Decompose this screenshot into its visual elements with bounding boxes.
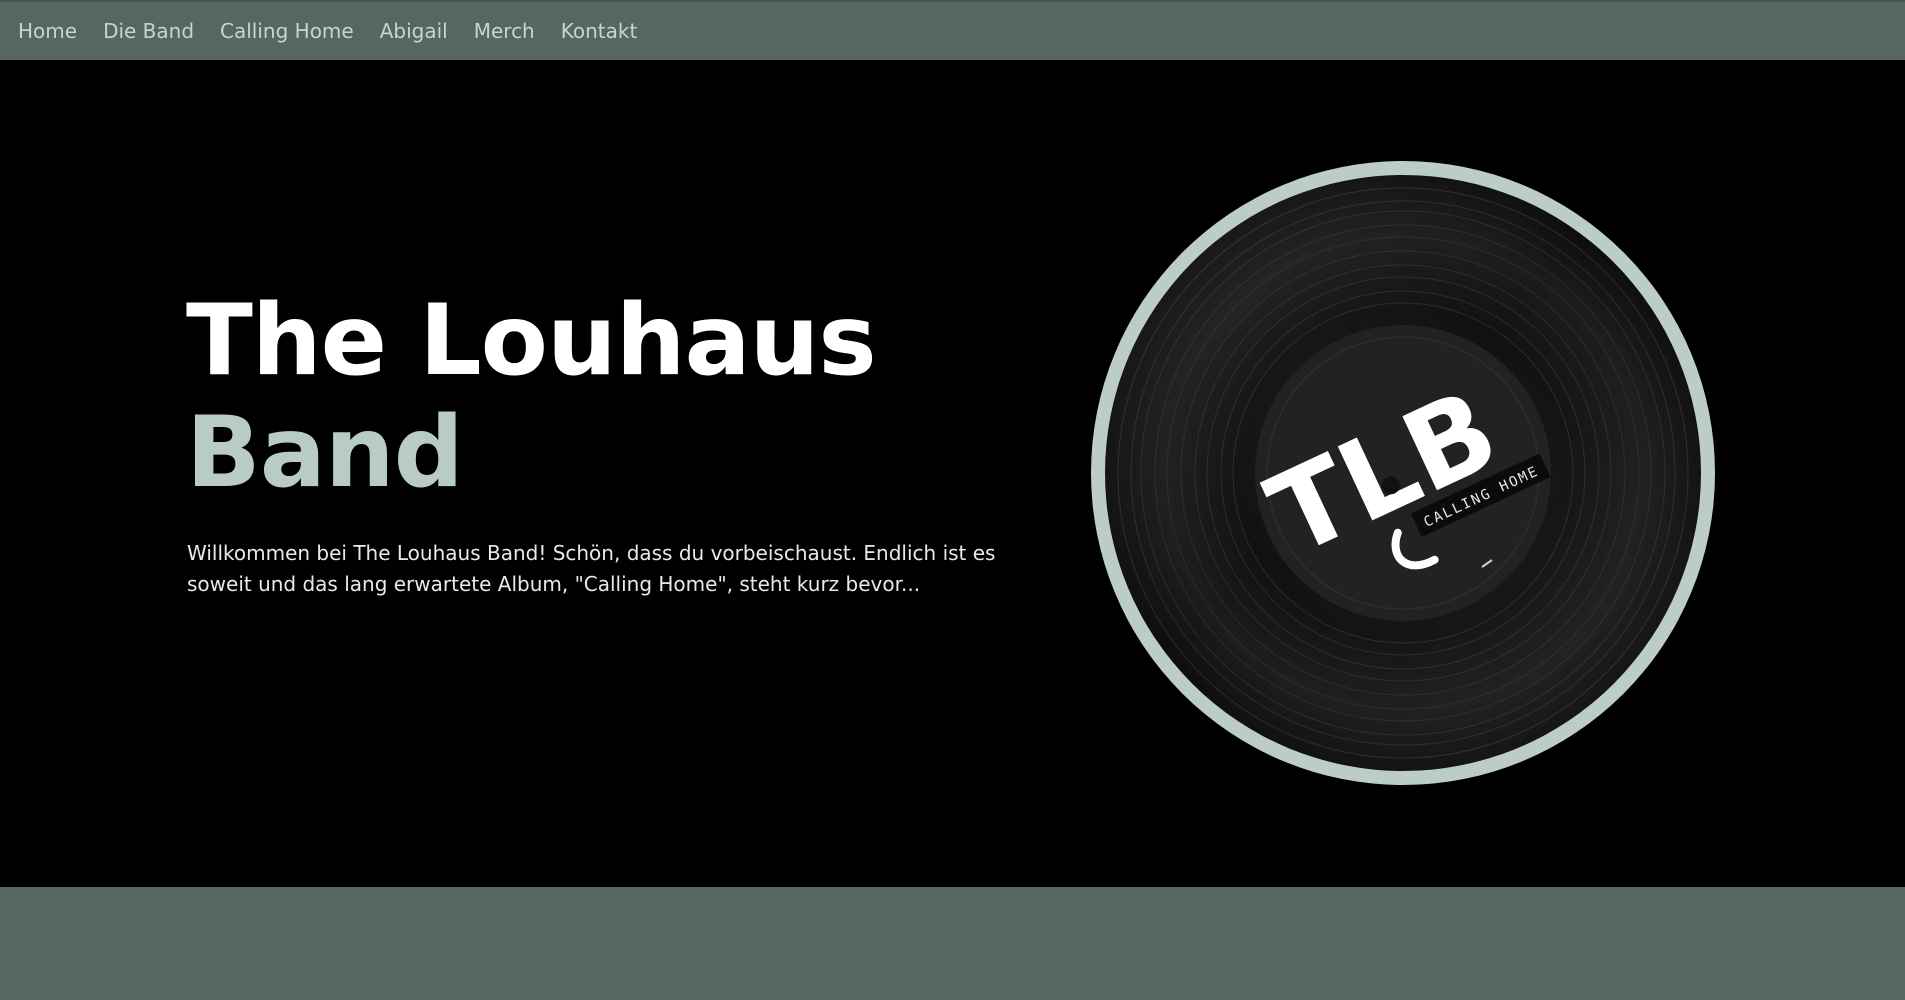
hero-title-line2: Band (186, 396, 464, 510)
vinyl-record-graphic: TLB CALLING HOME (1091, 161, 1715, 785)
hero-intro-text: Willkommen bei The Louhaus Band! Schön, … (187, 541, 996, 596)
hero-title-line1: The Louhaus (186, 284, 877, 398)
top-navigation: Home Die Band Calling Home Abigail Merch… (0, 0, 1905, 60)
vinyl-record-image: TLB CALLING HOME (1087, 157, 1719, 789)
hero-title: The Louhaus Band (186, 284, 877, 510)
nav-abigail-link[interactable]: Abigail (380, 19, 448, 43)
nav-die-band-link[interactable]: Die Band (103, 19, 194, 43)
nav-calling-home-link[interactable]: Calling Home (220, 19, 354, 43)
hero-section: The Louhaus Band Willkommen bei The Louh… (0, 60, 1905, 887)
nav-kontakt-link[interactable]: Kontakt (561, 19, 638, 43)
nav-home-link[interactable]: Home (18, 19, 77, 43)
footer-band (0, 887, 1905, 1000)
nav-merch-link[interactable]: Merch (474, 19, 535, 43)
